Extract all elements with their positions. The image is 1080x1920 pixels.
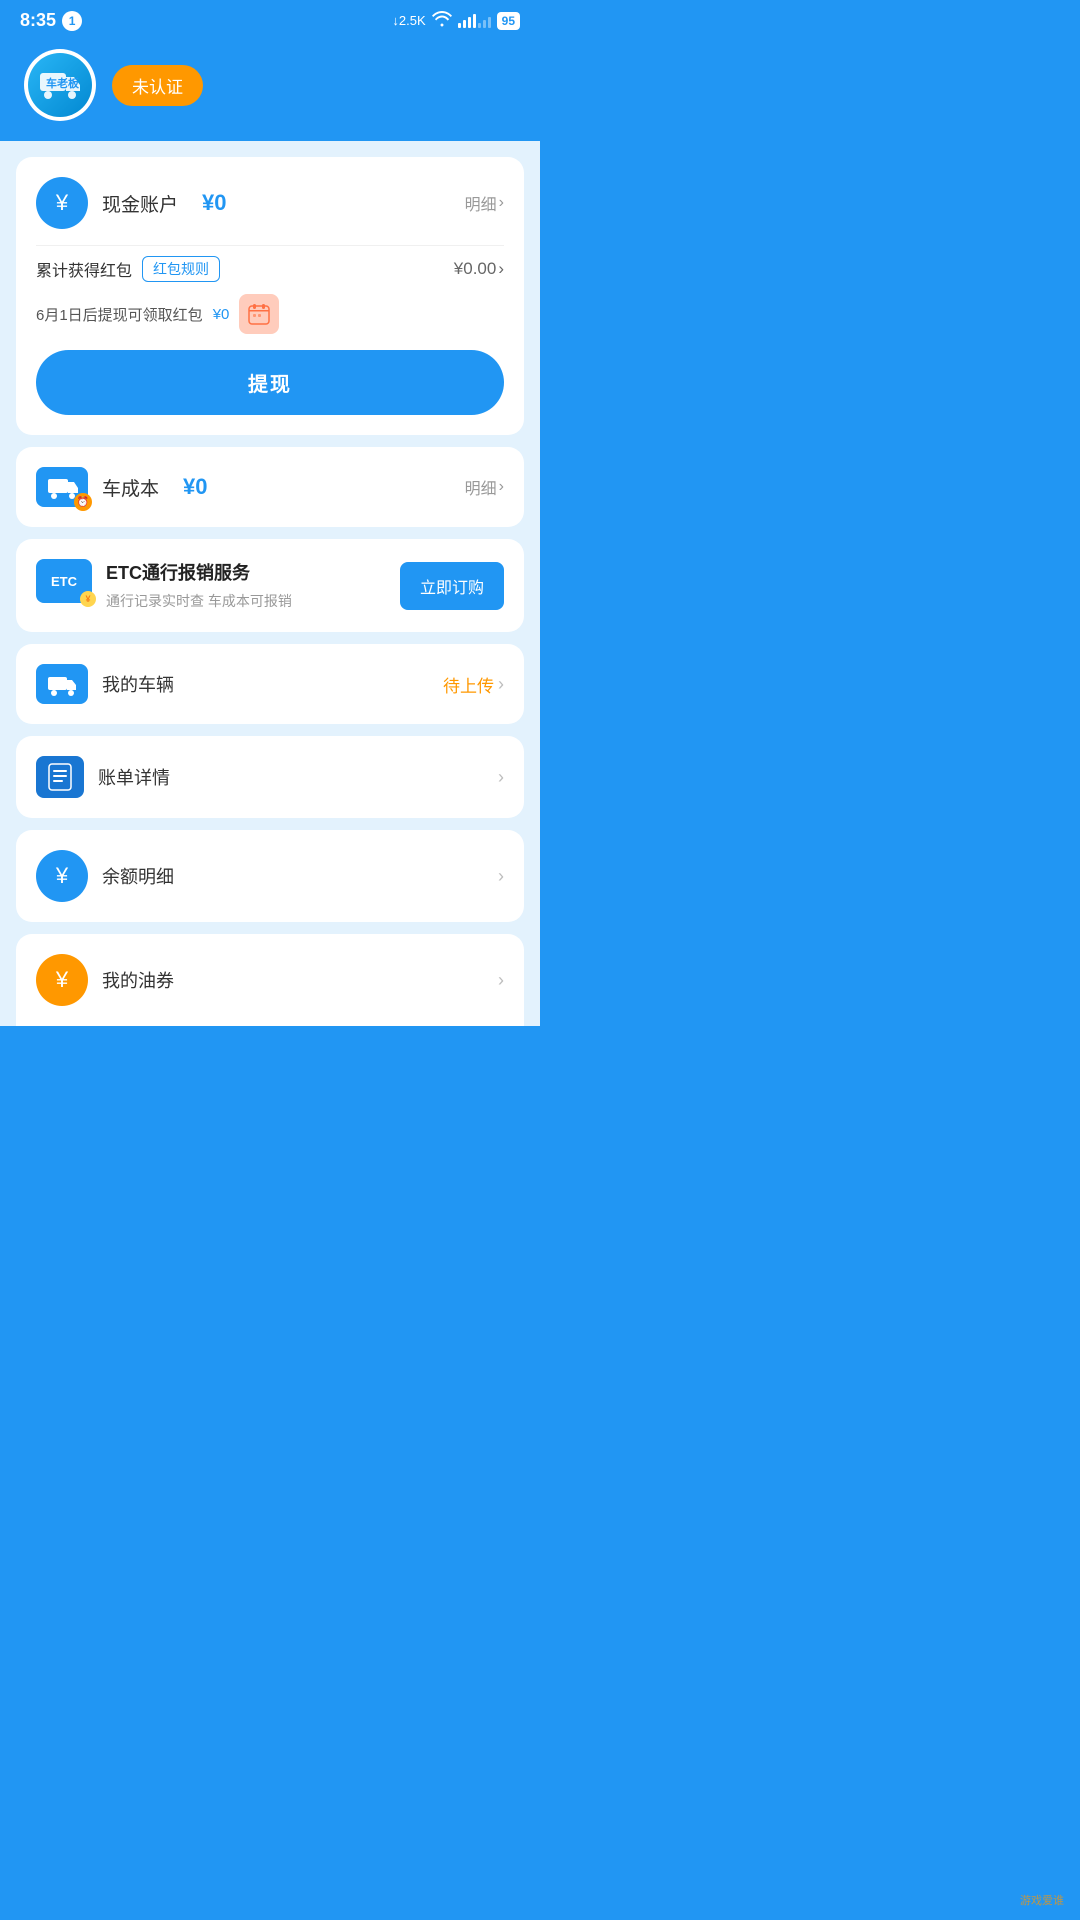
redpack-amount: ¥0.00 › (454, 259, 504, 279)
cash-account-row: ¥ 现金账户 ¥0 明细 › (36, 177, 504, 229)
divider-1 (36, 245, 504, 246)
svg-text:车老板: 车老板 (46, 76, 80, 90)
vehicle-cost-amount: ¥0 (183, 474, 207, 500)
time-display: 8:35 (20, 10, 56, 31)
main-content: ¥ 现金账户 ¥0 明细 › 累计获得红包 红包规则 ¥0.00 › 6月1日后… (0, 141, 540, 1026)
etc-row: ETC ¥ ETC通行报销服务 通行记录实时查 车成本可报销 立即订购 (36, 559, 504, 612)
wifi-icon (432, 11, 452, 30)
etc-title: ETC通行报销服务 (106, 559, 400, 585)
status-bar: 8:35 1 ↓2.5K 95 (0, 0, 540, 39)
withdraw-button[interactable]: 提现 (36, 350, 504, 415)
header: 车老板 未认证 (0, 39, 540, 141)
battery-indicator: 95 (497, 12, 520, 30)
jun1-row: 6月1日后提现可领取红包 ¥0 (36, 294, 504, 334)
chevron-right-icon-7: › (498, 970, 504, 991)
vehicle-cost-row: ⏰ 车成本 ¥0 明细 › (36, 467, 504, 507)
document-icon (36, 756, 84, 798)
status-icons: ↓2.5K 95 (392, 11, 520, 30)
bill-detail-card[interactable]: 账单详情 › (16, 736, 524, 818)
pending-status: 待上传 (443, 672, 494, 697)
redpack-title: 累计获得红包 (36, 257, 132, 281)
cash-account-card: ¥ 现金账户 ¥0 明细 › 累计获得红包 红包规则 ¥0.00 › 6月1日后… (16, 157, 524, 435)
vehicle-cost-icon: ⏰ (36, 467, 88, 507)
chevron-right-icon: › (499, 194, 504, 212)
cash-detail-link[interactable]: 明细 › (465, 191, 504, 215)
my-voucher-card[interactable]: ¥ 我的油券 › (16, 934, 524, 1026)
my-vehicle-card[interactable]: 我的车辆 待上传 › (16, 644, 524, 724)
chevron-right-icon-5: › (498, 767, 504, 788)
etc-desc: 通行记录实时查 车成本可报销 (106, 591, 400, 612)
cash-icon: ¥ (36, 177, 88, 229)
jun1-amount: ¥0 (213, 306, 230, 323)
my-voucher-title: 我的油券 (102, 967, 174, 993)
app-logo: 车老板 (24, 49, 96, 121)
signal-icon (458, 14, 491, 28)
chevron-right-icon-4: › (498, 674, 504, 695)
vehicle-cost-title: 车成本 (102, 474, 159, 501)
voucher-icon: ¥ (36, 954, 88, 1006)
redpack-row: 累计获得红包 红包规则 ¥0.00 › (36, 256, 504, 282)
wallet-icon: ¥ (36, 850, 88, 902)
balance-detail-title: 余额明细 (102, 863, 174, 889)
notification-badge: 1 (62, 11, 82, 31)
vehicle-cost-card: ⏰ 车成本 ¥0 明细 › (16, 447, 524, 527)
calendar-icon (239, 294, 279, 334)
redpack-rule-button[interactable]: 红包规则 (142, 256, 220, 282)
chevron-right-icon-6: › (498, 866, 504, 887)
etc-logo-icon: ETC ¥ (36, 559, 92, 603)
status-time-area: 8:35 1 (20, 10, 82, 31)
bill-detail-title: 账单详情 (98, 764, 170, 790)
vehicle-cost-detail-link[interactable]: 明细 › (465, 475, 504, 499)
buy-button[interactable]: 立即订购 (400, 562, 504, 610)
etc-card: ETC ¥ ETC通行报销服务 通行记录实时查 车成本可报销 立即订购 (16, 539, 524, 632)
jun1-text: 6月1日后提现可领取红包 (36, 304, 203, 325)
unverified-button[interactable]: 未认证 (112, 65, 203, 106)
chevron-right-icon-3: › (499, 478, 504, 496)
chevron-right-icon-2: › (498, 259, 504, 279)
cash-account-title: 现金账户 (102, 190, 178, 217)
balance-detail-card[interactable]: ¥ 余额明细 › (16, 830, 524, 922)
my-vehicle-title: 我的车辆 (102, 671, 174, 697)
watermark: 游戏爱谁 (1020, 1892, 1064, 1908)
cash-account-amount: ¥0 (202, 190, 226, 216)
speed-indicator: ↓2.5K (392, 13, 425, 28)
truck-icon (36, 664, 88, 704)
